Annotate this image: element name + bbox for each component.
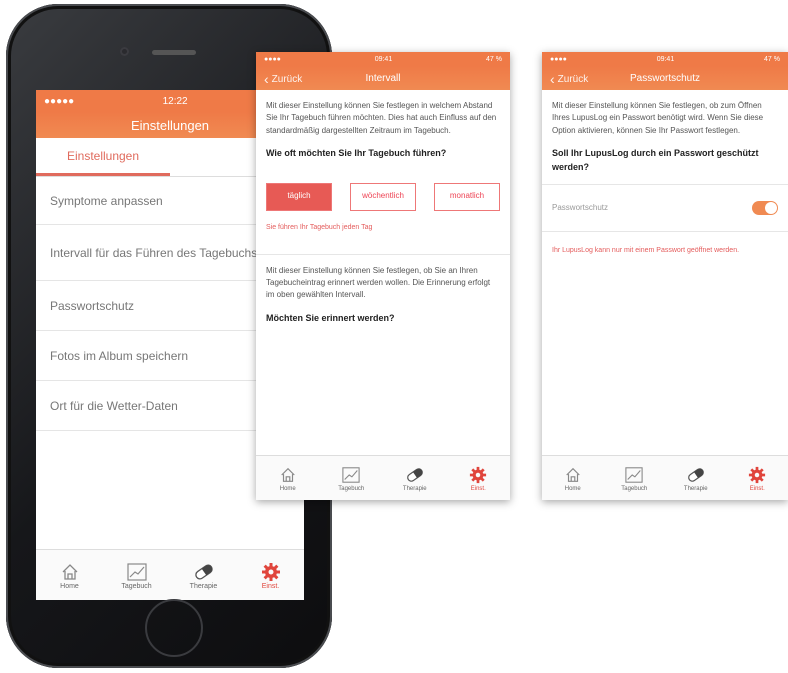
- tabbar-item-therapie[interactable]: Therapie: [665, 456, 727, 500]
- back-label: Zurück: [557, 73, 589, 85]
- tabbar-item-therapie[interactable]: Therapie: [383, 456, 447, 500]
- option-monatlich[interactable]: monatlich: [434, 182, 500, 211]
- password-toggle[interactable]: [752, 201, 778, 216]
- tab-bar: Home Tagebuch Therapie Einst.: [36, 549, 304, 600]
- password-hint: Ihr LupusLog kann nur mit einem Passwort…: [552, 247, 740, 255]
- tabbar-item-einstellungen[interactable]: Einst.: [237, 550, 304, 600]
- tabbar-label: Home: [564, 486, 581, 492]
- tabbar-label: Einst.: [749, 486, 765, 492]
- intro-text: Mit dieser Einstellung können Sie festle…: [552, 101, 764, 135]
- chart-icon: [341, 464, 361, 486]
- page-title: Intervall: [365, 72, 401, 84]
- back-label: Zurück: [271, 73, 303, 85]
- gear-icon: [469, 464, 487, 486]
- tabbar-label: Einst.: [261, 582, 280, 590]
- tabbar-label: Tagebuch: [621, 486, 648, 492]
- content: Mit dieser Einstellung können Sie festle…: [256, 90, 510, 345]
- tabbar-label: Home: [60, 582, 79, 590]
- tabbar-item-home[interactable]: Home: [542, 456, 604, 500]
- pill-icon: [192, 561, 216, 583]
- tab-bar: Home Tagebuch Therapie Einst.: [542, 455, 788, 500]
- signal-indicator: ●●●●: [550, 55, 567, 63]
- toggle-label: Passwortschutz: [552, 202, 609, 212]
- tabbar-label: Therapie: [402, 486, 427, 492]
- interval-selector: täglich wöchentlich monatlich: [266, 182, 500, 211]
- reminder-question: Möchten Sie erinnert werden?: [266, 312, 395, 323]
- status-time: 09:41: [374, 55, 393, 63]
- password-toggle-row: Passwortschutz: [542, 184, 788, 233]
- signal-indicator: ●●●●●: [44, 95, 75, 107]
- tabbar-item-tagebuch[interactable]: Tagebuch: [320, 456, 384, 500]
- question-heading: Soll Ihr LupusLog durch ein Passwort ges…: [552, 148, 759, 172]
- gear-icon: [261, 561, 281, 583]
- intro-text: Mit dieser Einstellung können Sie festle…: [266, 101, 497, 135]
- back-button[interactable]: ‹ Zurück: [550, 66, 588, 92]
- front-camera: [120, 47, 129, 56]
- earpiece-speaker: [152, 50, 196, 55]
- tabbar-item-home[interactable]: Home: [36, 550, 103, 600]
- pill-icon: [685, 464, 707, 486]
- home-icon: [279, 464, 297, 486]
- tabbar-item-tagebuch[interactable]: Tagebuch: [604, 456, 666, 500]
- home-icon: [60, 561, 80, 583]
- tab-einstellungen[interactable]: Einstellungen: [36, 138, 170, 176]
- battery-indicator: 47 %: [486, 55, 502, 63]
- screen-intervall: ●●●● 09:41 47 % ‹ Zurück Intervall Mit d…: [256, 52, 510, 500]
- chart-icon: [126, 561, 148, 583]
- tabbar-item-tagebuch[interactable]: Tagebuch: [103, 550, 170, 600]
- interval-hint: Sie führen Ihr Tagebuch jeden Tag: [266, 223, 373, 231]
- option-taeglich[interactable]: täglich: [266, 182, 332, 211]
- pill-icon: [404, 464, 426, 486]
- nav-bar: ‹ Zurück Intervall: [256, 66, 510, 90]
- tabbar-item-einstellungen[interactable]: Einst.: [727, 456, 788, 500]
- status-bar: ●●●● 09:41 47 %: [256, 52, 510, 66]
- home-icon: [564, 464, 582, 486]
- status-time: 12:22: [162, 95, 188, 107]
- nav-bar: ‹ Zurück Passwortschutz: [542, 66, 788, 90]
- content: Mit dieser Einstellung können Sie festle…: [542, 90, 788, 267]
- screen-passwortschutz: ●●●● 09:41 47 % ‹ Zurück Passwortschutz …: [542, 52, 788, 500]
- tabbar-label: Tagebuch: [121, 582, 152, 590]
- chevron-left-icon: ‹: [550, 71, 555, 87]
- chart-icon: [624, 464, 644, 486]
- gear-icon: [748, 464, 766, 486]
- tab-bar: Home Tagebuch Therapie Einst.: [256, 455, 510, 500]
- back-button[interactable]: ‹ Zurück: [264, 66, 302, 92]
- page-title: Passwortschutz: [629, 72, 701, 84]
- reminder-text: Mit dieser Einstellung können Sie festle…: [266, 265, 491, 300]
- tabbar-label: Therapie: [683, 486, 708, 492]
- question-heading: Wie oft möchten Sie Ihr Tagebuch führen?: [266, 148, 447, 159]
- chevron-left-icon: ‹: [264, 71, 269, 87]
- tabbar-item-home[interactable]: Home: [256, 456, 320, 500]
- battery-indicator: 47 %: [764, 55, 780, 63]
- signal-indicator: ●●●●: [264, 55, 281, 63]
- tabbar-label: Home: [279, 486, 296, 492]
- tabbar-item-einstellungen[interactable]: Einst.: [447, 456, 511, 500]
- page-title: Einstellungen: [130, 117, 210, 133]
- status-bar: ●●●● 09:41 47 %: [542, 52, 788, 66]
- status-time: 09:41: [656, 55, 675, 63]
- option-woechentlich[interactable]: wöchentlich: [350, 182, 416, 211]
- tabbar-label: Therapie: [189, 582, 218, 590]
- tabbar-item-therapie[interactable]: Therapie: [170, 550, 237, 600]
- home-button[interactable]: [145, 599, 203, 657]
- tabbar-label: Einst.: [470, 486, 486, 492]
- tabbar-label: Tagebuch: [338, 486, 365, 492]
